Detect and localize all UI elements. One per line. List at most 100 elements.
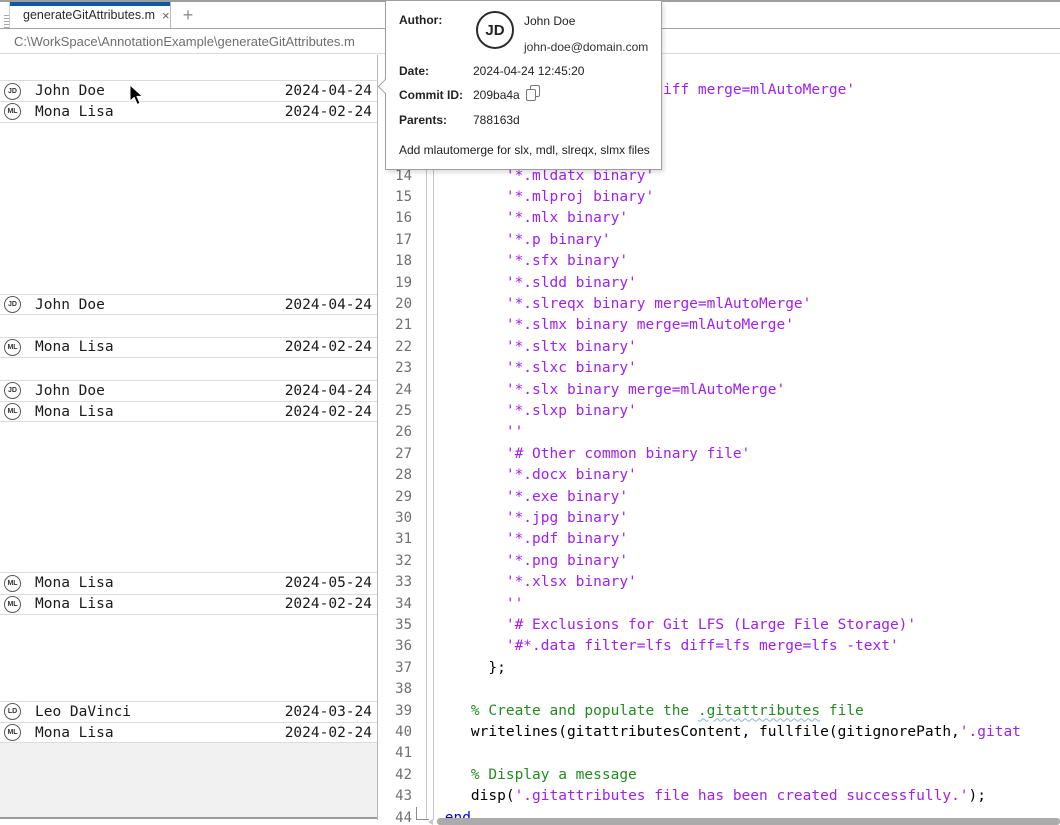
blame-date: 2024-05-24 <box>285 575 372 591</box>
blame-author-name: Mona Lisa <box>35 575 285 591</box>
line-number: 19 <box>377 273 412 294</box>
code-line[interactable]: '*.slreqx binary merge=mlAutoMerge' <box>436 294 1060 315</box>
author-email: john-doe@domain.com <box>524 40 648 54</box>
blame-row[interactable]: JDJohn Doe2024-04-24 <box>0 294 377 315</box>
code-segment-str: '# Other common binary file' <box>506 446 750 462</box>
code-line[interactable] <box>436 743 1060 764</box>
code-segment-pln <box>436 296 506 312</box>
code-segment-str: '*.mlproj binary' <box>506 189 654 205</box>
blame-date: 2024-02-24 <box>285 339 372 355</box>
code-segment-pln <box>436 489 506 505</box>
blame-row[interactable]: JDJohn Doe2024-04-24 <box>0 380 377 401</box>
code-line[interactable]: '*.slmx binary merge=mlAutoMerge' <box>436 315 1060 336</box>
code-segment-str: '# Exclusions for Git LFS (Large File St… <box>506 617 916 633</box>
code-line[interactable]: '# Exclusions for Git LFS (Large File St… <box>436 615 1060 636</box>
code-line[interactable]: '# Other common binary file' <box>436 444 1060 465</box>
blame-row[interactable]: LDLeo DaVinci2024-03-24 <box>0 701 377 722</box>
blame-author-name: Mona Lisa <box>35 725 285 741</box>
blame-row[interactable]: MLMona Lisa2024-02-24 <box>0 722 377 743</box>
editor-window: generateGitAttributes.m × + C:\WorkSpace… <box>0 0 1060 825</box>
code-segment-pln: }; <box>436 660 506 676</box>
code-line[interactable]: '*.slxc binary' <box>436 358 1060 379</box>
author-label: Author: <box>399 13 442 27</box>
new-tab-button[interactable]: + <box>176 3 200 27</box>
code-line[interactable]: '' <box>436 594 1060 615</box>
copy-commit-id-button[interactable] <box>526 85 542 101</box>
line-number: 15 <box>377 187 412 208</box>
blame-date: 2024-03-24 <box>285 704 372 720</box>
code-line[interactable]: disp('.gitattributes file has been creat… <box>436 786 1060 807</box>
line-number: 16 <box>377 208 412 229</box>
code-segment-pln <box>436 446 506 462</box>
code-segment-str: '*.xlsx binary' <box>506 574 637 590</box>
blame-author-name: John Doe <box>35 297 285 313</box>
line-number: 40 <box>377 722 412 743</box>
code-line[interactable]: '*.sldd binary' <box>436 273 1060 294</box>
code-line[interactable]: writelines(gitattributesContent, fullfil… <box>436 722 1060 743</box>
code-line[interactable]: '*.mlx binary' <box>436 208 1060 229</box>
code-line[interactable]: '*.p binary' <box>436 230 1060 251</box>
line-number: 30 <box>377 508 412 529</box>
code-line[interactable]: '#*.data filter=lfs diff=lfs merge=lfs -… <box>436 636 1060 657</box>
line-number: 25 <box>377 401 412 422</box>
line-number: 22 <box>377 337 412 358</box>
blame-row[interactable]: ML Mona Lisa2024-05-24 <box>0 572 377 593</box>
author-avatar-icon: ML <box>4 103 21 120</box>
line-number: 18 <box>377 251 412 272</box>
code-segment-pln <box>436 767 471 783</box>
code-segment-str: '*.slreqx binary merge=mlAutoMerge' <box>506 296 812 312</box>
code-line[interactable]: '*.pdf binary' <box>436 529 1060 550</box>
code-segment-com_sq: .gitattributes <box>698 703 820 719</box>
blame-date: 2024-04-24 <box>285 83 372 99</box>
blame-row[interactable]: MLMona Lisa2024-02-24 <box>0 101 377 122</box>
code-segment-pln <box>436 467 506 483</box>
line-number: 35 <box>377 615 412 636</box>
code-segment-str: '' <box>506 596 523 612</box>
code-segment-com: % Display a message <box>471 767 637 783</box>
code-segment-str: '*.pdf binary' <box>506 531 628 547</box>
code-line[interactable]: '*.slx binary merge=mlAutoMerge' <box>436 380 1060 401</box>
horizontal-scrollbar[interactable] <box>437 818 1060 825</box>
code-line[interactable]: '' <box>436 422 1060 443</box>
code-line[interactable]: '*.sltx binary' <box>436 337 1060 358</box>
blame-row[interactable]: MLMona Lisa2024-02-24 <box>0 594 377 615</box>
blame-date: 2024-02-24 <box>285 104 372 120</box>
code-segment-pln <box>436 617 506 633</box>
blame-tooltip: Author: JD John Doe john-doe@domain.com … <box>385 0 662 170</box>
code-line[interactable]: % Display a message <box>436 765 1060 786</box>
tab-close-icon[interactable]: × <box>162 9 170 22</box>
code-line[interactable]: }; <box>436 658 1060 679</box>
date-label: Date: <box>399 64 429 78</box>
line-number: 32 <box>377 551 412 572</box>
line-number: 36 <box>377 636 412 657</box>
code-segment-pln <box>436 210 506 226</box>
blame-row[interactable]: MLMona Lisa2024-02-24 <box>0 337 377 358</box>
code-line[interactable]: '*.mlproj binary' <box>436 187 1060 208</box>
commit-id-label: Commit ID: <box>399 88 463 102</box>
code-line[interactable]: '*.jpg binary' <box>436 508 1060 529</box>
author-avatar-icon: ML <box>4 575 21 592</box>
date-value: 2024-04-24 12:45:20 <box>473 64 584 78</box>
code-segment-str: '*.sfx binary' <box>506 253 628 269</box>
line-number: 21 <box>377 315 412 336</box>
code-segment-pln <box>436 339 506 355</box>
code-segment-str: '*.exe binary' <box>506 489 628 505</box>
code-line[interactable]: '*.slxp binary' <box>436 401 1060 422</box>
code-line[interactable]: '*.xlsx binary' <box>436 572 1060 593</box>
tab-generategitattributes[interactable]: generateGitAttributes.m × <box>9 2 171 28</box>
code-segment-str: '*.slmx binary merge=mlAutoMerge' <box>506 317 794 333</box>
code-line[interactable] <box>436 679 1060 700</box>
line-number: 17 <box>377 230 412 251</box>
code-line[interactable]: '*.sfx binary' <box>436 251 1060 272</box>
commit-message: Add mlautomerge for slx, mdl, slreqx, sl… <box>399 143 650 157</box>
blame-row[interactable]: MLMona Lisa2024-02-24 <box>0 401 377 422</box>
blame-row[interactable]: JDJohn Doe2024-04-24 <box>0 80 377 101</box>
hscroll-left-arrow[interactable] <box>428 819 433 825</box>
file-path: C:\WorkSpace\AnnotationExample\generateG… <box>14 34 355 49</box>
code-line[interactable]: '*.png binary' <box>436 551 1060 572</box>
active-tab-accent <box>10 2 170 6</box>
code-line[interactable]: '*.docx binary' <box>436 465 1060 486</box>
blame-author-name: Leo DaVinci <box>35 704 285 720</box>
code-line[interactable]: % Create and populate the .gitattributes… <box>436 701 1060 722</box>
code-line[interactable]: '*.exe binary' <box>436 487 1060 508</box>
